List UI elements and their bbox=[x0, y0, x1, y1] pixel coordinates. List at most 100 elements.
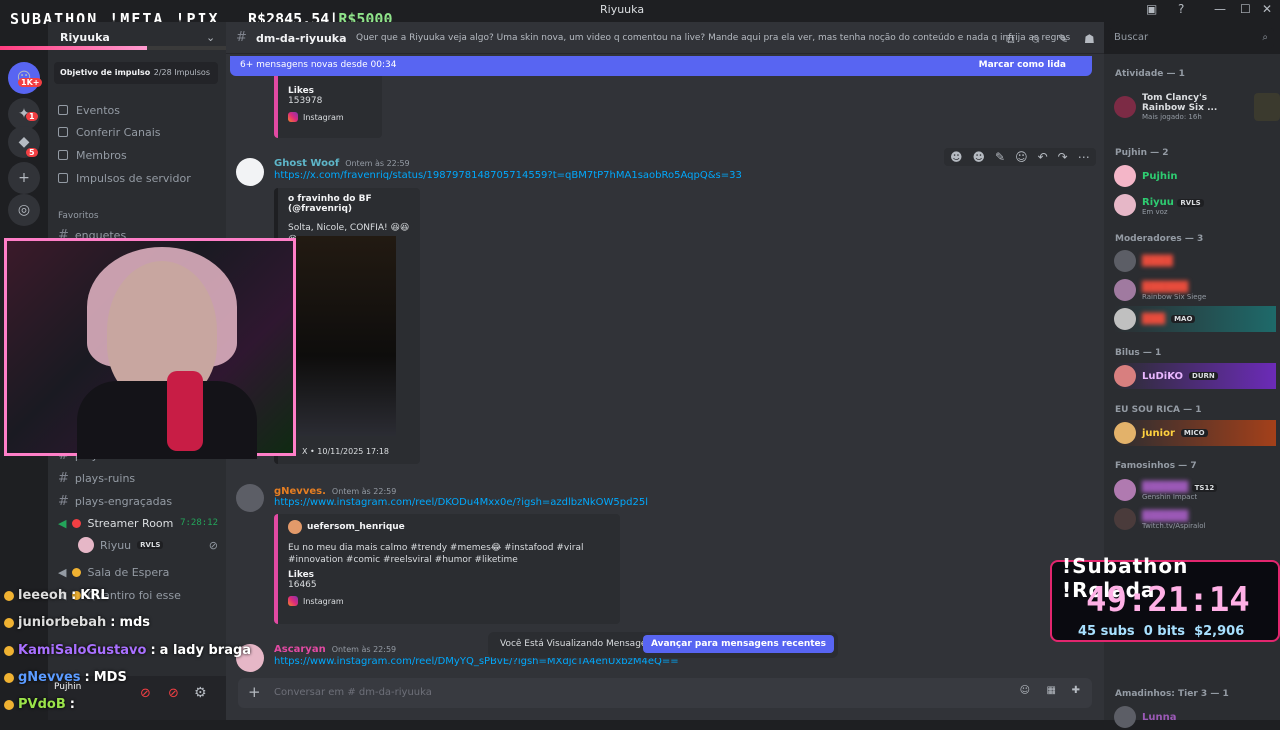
webcam-microphone bbox=[167, 371, 203, 451]
chat-user: juniorbebah bbox=[18, 615, 107, 630]
add-server-icon[interactable]: + bbox=[8, 162, 40, 194]
inbox-icon[interactable]: ▣ bbox=[1146, 2, 1157, 16]
channel-plays-ruins[interactable]: # plays-ruins bbox=[58, 468, 135, 488]
embed-image[interactable] bbox=[296, 236, 396, 436]
voice-user-riyuu[interactable]: Riyuu RVLS ⊘ bbox=[78, 535, 218, 555]
stream-chat-overlay: leeeoh: KRL juniorbebah: mds KamiSaloGusta… bbox=[0, 586, 251, 720]
close-button[interactable]: ✕ bbox=[1262, 2, 1272, 16]
help-icon[interactable]: ? bbox=[1178, 2, 1184, 16]
member-info: ██████ Rainbow Six Siege bbox=[1142, 280, 1206, 301]
member-name: LuDiKO bbox=[1142, 370, 1184, 382]
embed-footer: Instagram bbox=[288, 596, 610, 606]
avatar[interactable] bbox=[236, 484, 264, 512]
member-row[interactable]: junior MICO bbox=[1114, 420, 1276, 446]
embed-source: Instagram bbox=[303, 112, 344, 122]
member-info: ██████ TS12 Genshin Impact bbox=[1142, 480, 1218, 501]
member-name: ██████ bbox=[1142, 510, 1189, 522]
activity-card[interactable]: Tom Clancy's Rainbow Six ... Mais jogado:… bbox=[1114, 93, 1280, 121]
boost-goal[interactable]: Objetivo de impulso 2/28 Impulsos bbox=[54, 62, 218, 84]
members-icon[interactable]: ☗ bbox=[1084, 32, 1095, 46]
voice-sala-espera[interactable]: ◀ Sala de Espera bbox=[58, 562, 169, 582]
voice-user-name: Riyuu bbox=[100, 538, 132, 552]
member-row[interactable]: ████ bbox=[1114, 248, 1274, 274]
chevron-down-icon[interactable]: ⌄ bbox=[206, 31, 215, 44]
voice-streamer-room[interactable]: ◀ Streamer Room 7:28:12 bbox=[58, 513, 218, 533]
member-row[interactable]: Lunna bbox=[1114, 704, 1274, 730]
channel-plays-engracadas[interactable]: # plays-engraçadas bbox=[58, 491, 172, 511]
member-row[interactable]: ██████ Twitch.tv/Aspiralol bbox=[1114, 506, 1274, 532]
embed-author-row: uefersom_henrique bbox=[288, 520, 610, 534]
chat-message: MDS bbox=[93, 670, 127, 685]
avatar bbox=[288, 520, 302, 534]
embed-field-value: 153978 bbox=[288, 96, 323, 106]
avatar bbox=[1114, 365, 1136, 387]
embed: Likes 153978 Instagram bbox=[274, 76, 382, 138]
mark-read-button[interactable]: Marcar como lida bbox=[979, 60, 1066, 70]
member-name: junior bbox=[1142, 427, 1175, 439]
gift-icon[interactable]: ✚ bbox=[1072, 685, 1080, 696]
message-author[interactable]: gNevves. bbox=[274, 486, 326, 497]
member-row[interactable]: LuDiKO DURN bbox=[1114, 363, 1276, 389]
channel-label: plays-engraçadas bbox=[74, 494, 173, 508]
threads-icon[interactable]: ⧉ bbox=[1006, 32, 1015, 47]
channel-title: dm-da-riyuuka bbox=[256, 32, 347, 45]
reply-icon[interactable]: ↶ bbox=[1038, 150, 1048, 164]
nav-browse-channels[interactable]: Conferir Canais bbox=[58, 122, 161, 142]
member-row[interactable]: ███ MAO bbox=[1114, 306, 1276, 332]
badge-icon bbox=[4, 617, 14, 628]
message-composer[interactable]: + Conversar em # dm-da-riyuuka ☺ ▦ ✚ bbox=[238, 678, 1092, 708]
message-author[interactable]: Ghost Woof bbox=[274, 158, 339, 169]
voice-time: 7:28:12 bbox=[180, 518, 218, 528]
member-row[interactable]: Pujhin bbox=[1114, 163, 1274, 189]
minimize-button[interactable]: — bbox=[1214, 2, 1226, 16]
member-row[interactable]: ██████ TS12 Genshin Impact bbox=[1114, 477, 1274, 503]
status-dot-icon bbox=[72, 567, 82, 577]
member-status: Rainbow Six Siege bbox=[1142, 292, 1207, 301]
embed-source: Instagram bbox=[303, 596, 344, 606]
member-status: Genshin Impact bbox=[1142, 492, 1198, 501]
chat-user: gNevves bbox=[18, 670, 81, 685]
new-messages-bar[interactable]: 6+ mensagens novas desde 00:34 Marcar co… bbox=[230, 56, 1092, 76]
more-icon[interactable]: ⋯ bbox=[1078, 150, 1090, 164]
message-link[interactable]: https://www.instagram.com/reel/DKODu4Mxx… bbox=[274, 497, 648, 508]
forward-icon[interactable]: ↷ bbox=[1058, 150, 1068, 164]
maximize-button[interactable]: ☐ bbox=[1240, 2, 1251, 16]
nav-events[interactable]: Eventos bbox=[58, 100, 120, 120]
avatar[interactable] bbox=[236, 158, 264, 186]
pin-icon[interactable]: ✎ bbox=[995, 150, 1005, 164]
pin-icon[interactable]: ✎ bbox=[1058, 32, 1068, 46]
add-reaction-icon[interactable]: ☺ bbox=[1015, 150, 1028, 164]
jump-to-present-button[interactable]: Avançar para mensagens recentes bbox=[642, 635, 834, 653]
chat-user: leeeoh bbox=[18, 588, 68, 603]
reaction-icon[interactable]: ☻ bbox=[973, 150, 986, 164]
member-row[interactable]: ██████ Rainbow Six Siege bbox=[1114, 277, 1274, 303]
embed-author[interactable]: uefersom_henrique bbox=[307, 522, 405, 532]
chat-line: leeeoh: KRL bbox=[4, 588, 109, 603]
favorites-header[interactable]: Favoritos bbox=[58, 211, 99, 221]
voice-label: Sala de Espera bbox=[87, 565, 170, 579]
avatar bbox=[1114, 96, 1136, 118]
speaker-icon: ◀ bbox=[58, 516, 67, 530]
subathon-money: $2,906 bbox=[1194, 624, 1245, 639]
nav-members[interactable]: Membros bbox=[58, 145, 127, 165]
member-name: Pujhin bbox=[1142, 170, 1178, 182]
member-name: Lunna bbox=[1142, 711, 1177, 723]
channel-topic[interactable]: Quer que a Riyuuka veja algo? Uma skin n… bbox=[356, 33, 1070, 43]
nav-label: Impulsos de servidor bbox=[76, 171, 191, 185]
server-name[interactable]: Riyuuka bbox=[60, 31, 110, 44]
embed-title[interactable]: o fravinho do BF (@fravenriq) bbox=[288, 194, 410, 214]
nav-boosts[interactable]: Impulsos de servidor bbox=[58, 168, 191, 188]
add-attachment-icon[interactable]: + bbox=[248, 683, 261, 701]
live-dot-icon bbox=[72, 518, 82, 528]
sticker-icon[interactable]: ☺ bbox=[1020, 685, 1030, 696]
member-row[interactable]: Riyuu RVLS Em voz bbox=[1114, 192, 1274, 218]
instagram-icon bbox=[288, 112, 298, 122]
message-link[interactable]: https://x.com/fravenriq/status/198797814… bbox=[274, 170, 742, 181]
bell-off-icon[interactable]: ⍉ bbox=[1032, 32, 1039, 47]
member-info: Riyuu RVLS Em voz bbox=[1142, 195, 1204, 216]
gif-icon[interactable]: ▦ bbox=[1047, 685, 1056, 696]
search-input[interactable]: Buscar ⌕ bbox=[1108, 28, 1274, 48]
message-author[interactable]: Ascaryan bbox=[274, 644, 326, 655]
reaction-icon[interactable]: ☻ bbox=[950, 150, 963, 164]
discover-icon[interactable]: ◎ bbox=[8, 194, 40, 226]
